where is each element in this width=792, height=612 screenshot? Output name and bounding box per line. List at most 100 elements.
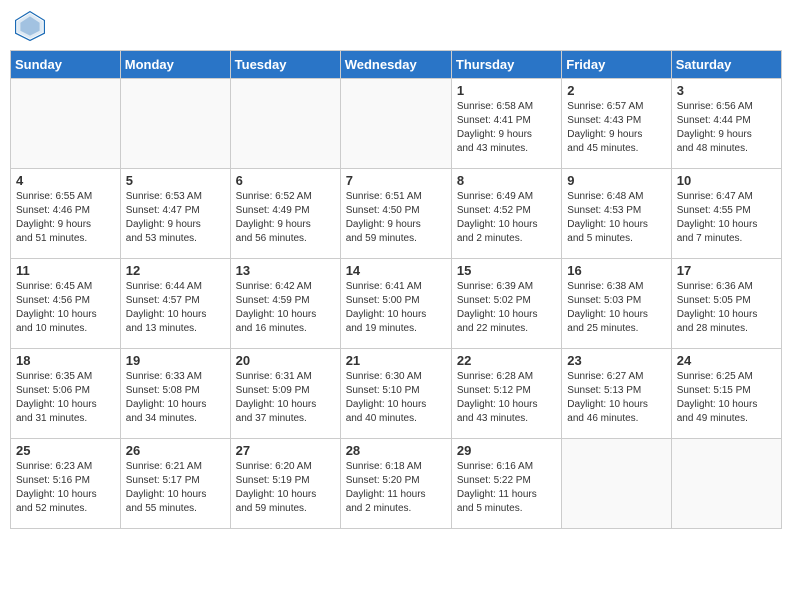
calendar-cell: 26 Sunrise: 6:21 AM Sunset: 5:17 PM Dayli… <box>120 439 230 529</box>
day-number: 4 <box>16 173 115 188</box>
day-number: 21 <box>346 353 446 368</box>
day-number: 6 <box>236 173 335 188</box>
day-info: Sunrise: 6:39 AM Sunset: 5:02 PM Dayligh… <box>457 280 556 336</box>
calendar-cell: 8 Sunrise: 6:49 AM Sunset: 4:52 PM Daylig… <box>451 169 561 259</box>
calendar-cell <box>120 79 230 169</box>
day-number: 11 <box>16 263 115 278</box>
weekday-header-tuesday: Tuesday <box>230 51 340 79</box>
calendar-cell <box>562 439 671 529</box>
calendar-cell: 25Sunrise: 6:23 AM Sunset: 5:16 PM Dayli… <box>11 439 121 529</box>
calendar-cell: 2Sunrise: 6:57 AM Sunset: 4:43 PM Daylig… <box>562 79 671 169</box>
day-info: Sunrise: 6:28 AM Sunset: 5:12 PM Dayligh… <box>457 370 556 426</box>
calendar-cell: 12 Sunrise: 6:44 AM Sunset: 4:57 PM Dayli… <box>120 259 230 349</box>
day-number: 27 <box>236 443 335 458</box>
calendar-cell: 16 Sunrise: 6:38 AM Sunset: 5:03 PM Dayli… <box>562 259 671 349</box>
calendar-cell: 14 Sunrise: 6:41 AM Sunset: 5:00 PM Dayli… <box>340 259 451 349</box>
weekday-header-monday: Monday <box>120 51 230 79</box>
weekday-header-wednesday: Wednesday <box>340 51 451 79</box>
day-info: Sunrise: 6:42 AM Sunset: 4:59 PM Dayligh… <box>236 280 335 336</box>
calendar-cell: 19 Sunrise: 6:33 AM Sunset: 5:08 PM Dayli… <box>120 349 230 439</box>
day-number: 20 <box>236 353 335 368</box>
calendar-cell <box>230 79 340 169</box>
day-info: Sunrise: 6:41 AM Sunset: 5:00 PM Dayligh… <box>346 280 446 336</box>
day-number: 16 <box>567 263 665 278</box>
calendar-week-row: 1Sunrise: 6:58 AM Sunset: 4:41 PM Daylig… <box>11 79 782 169</box>
day-number: 23 <box>567 353 665 368</box>
day-number: 18 <box>16 353 115 368</box>
calendar-cell: 27 Sunrise: 6:20 AM Sunset: 5:19 PM Dayli… <box>230 439 340 529</box>
day-info: Sunrise: 6:33 AM Sunset: 5:08 PM Dayligh… <box>126 370 225 426</box>
day-info: Sunrise: 6:20 AM Sunset: 5:19 PM Dayligh… <box>236 460 335 516</box>
weekday-header-row: SundayMondayTuesdayWednesdayThursdayFrid… <box>11 51 782 79</box>
logo-icon <box>14 10 46 42</box>
day-info: Sunrise: 6:21 AM Sunset: 5:17 PM Dayligh… <box>126 460 225 516</box>
calendar-cell <box>340 79 451 169</box>
day-number: 29 <box>457 443 556 458</box>
day-number: 17 <box>677 263 776 278</box>
calendar-cell: 6 Sunrise: 6:52 AM Sunset: 4:49 PM Daylig… <box>230 169 340 259</box>
day-info: Sunrise: 6:47 AM Sunset: 4:55 PM Dayligh… <box>677 190 776 246</box>
day-info: Sunrise: 6:25 AM Sunset: 5:15 PM Dayligh… <box>677 370 776 426</box>
calendar-cell: 1Sunrise: 6:58 AM Sunset: 4:41 PM Daylig… <box>451 79 561 169</box>
day-number: 28 <box>346 443 446 458</box>
day-number: 8 <box>457 173 556 188</box>
day-info: Sunrise: 6:23 AM Sunset: 5:16 PM Dayligh… <box>16 460 115 516</box>
day-info: Sunrise: 6:31 AM Sunset: 5:09 PM Dayligh… <box>236 370 335 426</box>
calendar-cell: 21 Sunrise: 6:30 AM Sunset: 5:10 PM Dayli… <box>340 349 451 439</box>
day-info: Sunrise: 6:53 AM Sunset: 4:47 PM Dayligh… <box>126 190 225 246</box>
day-info: Sunrise: 6:27 AM Sunset: 5:13 PM Dayligh… <box>567 370 665 426</box>
weekday-header-sunday: Sunday <box>11 51 121 79</box>
calendar-table: SundayMondayTuesdayWednesdayThursdayFrid… <box>10 50 782 529</box>
calendar-cell: 4 Sunrise: 6:55 AM Sunset: 4:46 PM Daylig… <box>11 169 121 259</box>
day-info: Sunrise: 6:48 AM Sunset: 4:53 PM Dayligh… <box>567 190 665 246</box>
day-number: 7 <box>346 173 446 188</box>
day-info: Sunrise: 6:56 AM Sunset: 4:44 PM Dayligh… <box>677 100 776 156</box>
day-number: 5 <box>126 173 225 188</box>
calendar-cell: 7Sunrise: 6:51 AM Sunset: 4:50 PM Daylig… <box>340 169 451 259</box>
day-number: 19 <box>126 353 225 368</box>
weekday-header-saturday: Saturday <box>671 51 781 79</box>
day-info: Sunrise: 6:52 AM Sunset: 4:49 PM Dayligh… <box>236 190 335 246</box>
day-number: 2 <box>567 83 665 98</box>
calendar-cell: 28Sunrise: 6:18 AM Sunset: 5:20 PM Dayli… <box>340 439 451 529</box>
day-number: 24 <box>677 353 776 368</box>
calendar-week-row: 11 Sunrise: 6:45 AM Sunset: 4:56 PM Dayli… <box>11 259 782 349</box>
calendar-cell: 20 Sunrise: 6:31 AM Sunset: 5:09 PM Dayli… <box>230 349 340 439</box>
calendar-cell: 9 Sunrise: 6:48 AM Sunset: 4:53 PM Daylig… <box>562 169 671 259</box>
page-header <box>10 10 782 42</box>
day-info: Sunrise: 6:36 AM Sunset: 5:05 PM Dayligh… <box>677 280 776 336</box>
calendar-cell: 17 Sunrise: 6:36 AM Sunset: 5:05 PM Dayli… <box>671 259 781 349</box>
day-number: 12 <box>126 263 225 278</box>
day-number: 3 <box>677 83 776 98</box>
weekday-header-thursday: Thursday <box>451 51 561 79</box>
calendar-cell: 5 Sunrise: 6:53 AM Sunset: 4:47 PM Daylig… <box>120 169 230 259</box>
calendar-cell <box>671 439 781 529</box>
day-number: 15 <box>457 263 556 278</box>
calendar-cell: 23 Sunrise: 6:27 AM Sunset: 5:13 PM Dayli… <box>562 349 671 439</box>
calendar-week-row: 25Sunrise: 6:23 AM Sunset: 5:16 PM Dayli… <box>11 439 782 529</box>
day-info: Sunrise: 6:55 AM Sunset: 4:46 PM Dayligh… <box>16 190 115 246</box>
day-info: Sunrise: 6:16 AM Sunset: 5:22 PM Dayligh… <box>457 460 556 516</box>
calendar-cell: 15 Sunrise: 6:39 AM Sunset: 5:02 PM Dayli… <box>451 259 561 349</box>
calendar-cell: 11 Sunrise: 6:45 AM Sunset: 4:56 PM Dayli… <box>11 259 121 349</box>
day-number: 22 <box>457 353 556 368</box>
day-number: 9 <box>567 173 665 188</box>
day-number: 13 <box>236 263 335 278</box>
day-number: 10 <box>677 173 776 188</box>
day-number: 1 <box>457 83 556 98</box>
calendar-cell: 18Sunrise: 6:35 AM Sunset: 5:06 PM Dayli… <box>11 349 121 439</box>
day-number: 14 <box>346 263 446 278</box>
day-info: Sunrise: 6:44 AM Sunset: 4:57 PM Dayligh… <box>126 280 225 336</box>
calendar-week-row: 4 Sunrise: 6:55 AM Sunset: 4:46 PM Daylig… <box>11 169 782 259</box>
calendar-cell: 13 Sunrise: 6:42 AM Sunset: 4:59 PM Dayli… <box>230 259 340 349</box>
day-info: Sunrise: 6:45 AM Sunset: 4:56 PM Dayligh… <box>16 280 115 336</box>
calendar-cell: 3 Sunrise: 6:56 AM Sunset: 4:44 PM Daylig… <box>671 79 781 169</box>
logo <box>14 10 50 42</box>
weekday-header-friday: Friday <box>562 51 671 79</box>
calendar-cell: 22 Sunrise: 6:28 AM Sunset: 5:12 PM Dayli… <box>451 349 561 439</box>
day-info: Sunrise: 6:30 AM Sunset: 5:10 PM Dayligh… <box>346 370 446 426</box>
day-info: Sunrise: 6:38 AM Sunset: 5:03 PM Dayligh… <box>567 280 665 336</box>
day-number: 26 <box>126 443 225 458</box>
day-info: Sunrise: 6:49 AM Sunset: 4:52 PM Dayligh… <box>457 190 556 246</box>
calendar-cell: 10 Sunrise: 6:47 AM Sunset: 4:55 PM Dayli… <box>671 169 781 259</box>
